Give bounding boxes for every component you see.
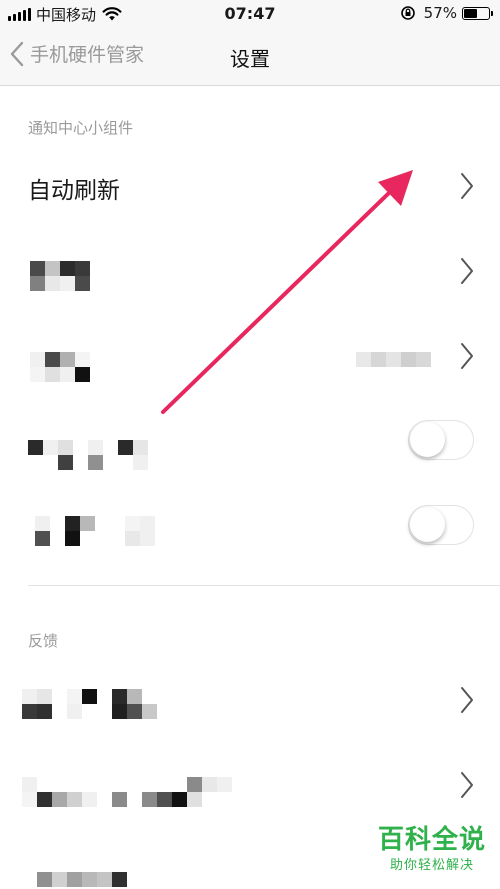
chevron-right-icon bbox=[461, 772, 473, 798]
toggle-switch[interactable] bbox=[408, 505, 474, 545]
watermark: 百科全说 助你轻松解决 bbox=[378, 819, 486, 873]
toggle-switch[interactable] bbox=[408, 420, 474, 460]
row-auto-refresh[interactable]: 自动刷新 bbox=[0, 145, 500, 230]
watermark-subtitle: 助你轻松解决 bbox=[389, 858, 474, 873]
row-toggle-1 bbox=[0, 400, 500, 485]
chevron-right-icon bbox=[461, 687, 473, 713]
row-feedback-1[interactable] bbox=[0, 659, 500, 744]
section-header-widget: 通知中心小组件 bbox=[28, 119, 134, 137]
battery-icon bbox=[462, 6, 493, 20]
watermark-title: 百科全说 bbox=[377, 825, 486, 855]
orientation-lock-icon bbox=[400, 6, 415, 20]
status-bar: 中国移动 07:47 57% bbox=[0, 0, 500, 28]
battery-fill bbox=[464, 8, 477, 18]
row-obscured-2[interactable] bbox=[0, 315, 500, 400]
row-label: 自动刷新 bbox=[28, 178, 120, 204]
row-obscured-1[interactable] bbox=[0, 230, 500, 315]
toggle-knob bbox=[410, 507, 445, 542]
section-divider bbox=[28, 585, 500, 586]
status-right: 57% bbox=[400, 4, 493, 22]
chevron-right-icon bbox=[461, 258, 473, 284]
chevron-right-icon bbox=[461, 343, 473, 369]
row-toggle-2 bbox=[0, 485, 500, 570]
chevron-right-icon bbox=[461, 173, 473, 199]
toggle-knob bbox=[410, 422, 445, 457]
nav-bar: 手机硬件管家 设置 bbox=[0, 28, 500, 86]
battery-percent: 57% bbox=[423, 4, 457, 22]
row-feedback-2[interactable] bbox=[0, 744, 500, 829]
page-title: 设置 bbox=[230, 47, 270, 71]
section-header-feedback: 反馈 bbox=[28, 632, 59, 650]
